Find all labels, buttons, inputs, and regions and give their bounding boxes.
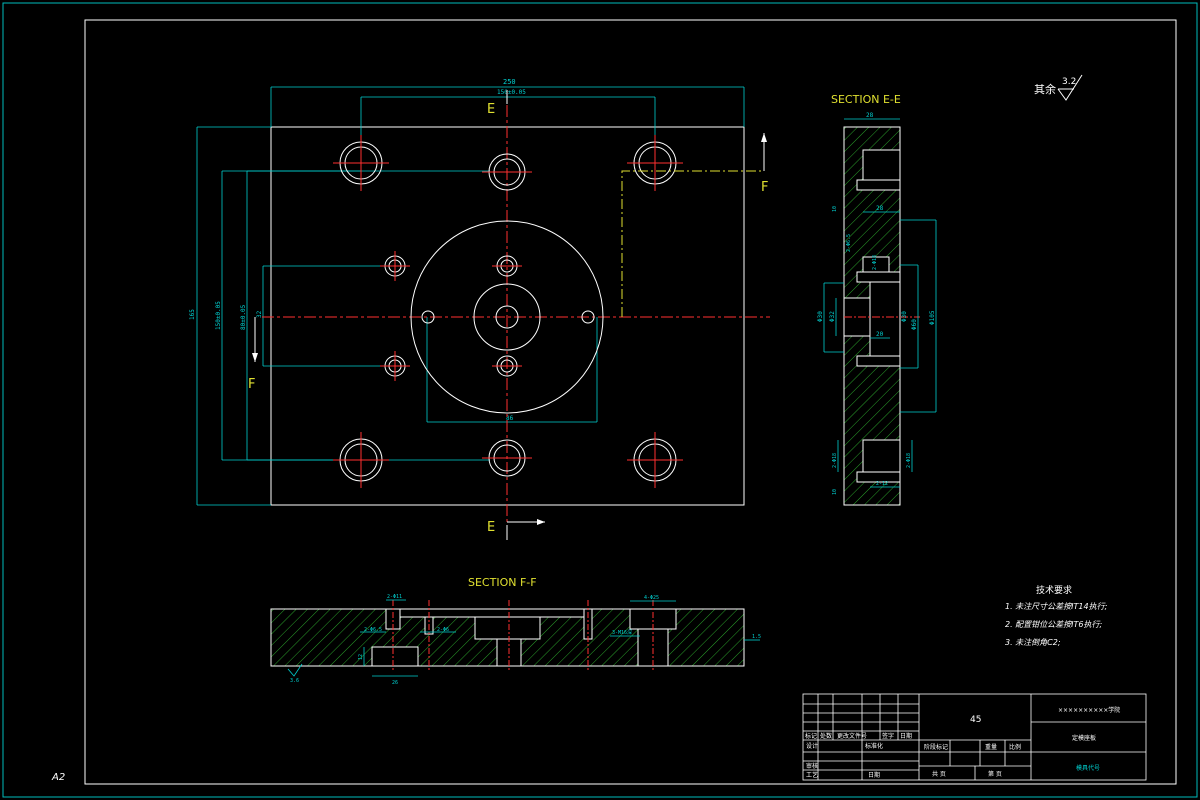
ee-dim-hole-lr: 2-Φ18 <box>832 453 838 468</box>
ff-dim-height: 12 <box>358 654 364 660</box>
dim-left-holes1: 150±0.05 <box>215 301 222 330</box>
ee-dim-depth: 20 <box>876 331 884 338</box>
ee-dim-side-a: 10 <box>832 206 838 212</box>
ff-dim-hole-e: 3-M16深 <box>612 629 632 636</box>
outer-border <box>2 2 1198 798</box>
section-mark-f-left: F <box>248 377 255 392</box>
ff-dim-hole-c: 2-Φ6 <box>437 627 449 633</box>
tb-row-approve: 日期 <box>868 771 880 779</box>
ff-dim-bottom: 26 <box>392 680 398 686</box>
tb-col-mark: 标记 <box>805 732 817 740</box>
section-mark-e-top: E <box>487 102 495 117</box>
dim-left-holes2: 80±0.05 <box>240 304 247 330</box>
roughness-value: 3.2 <box>1062 77 1076 87</box>
tb-col-sign: 签字 <box>882 732 894 740</box>
ee-dim-phi5: Φ60 <box>911 319 918 330</box>
tech-req-item-3: 3. 未注倒角C2; <box>1005 638 1061 647</box>
tb-col-count: 处数 <box>820 732 832 740</box>
ee-dim-phi1: Φ30 <box>817 311 824 322</box>
inner-frame <box>84 19 1177 785</box>
tb-col-zone: 更改文件号 <box>837 732 867 740</box>
ee-dim-mid: 28 <box>876 205 884 212</box>
tech-req-item-1: 1. 未注尺寸公差按IT14执行; <box>1005 602 1108 611</box>
cad-drawing: A2 其余 3.2 250 150±0.05 165 150±0.05 80±0… <box>2 2 1198 798</box>
ee-dim-hole-lr-right: 2-Φ18 <box>906 453 912 468</box>
tb-drawing-no: 模具代号 <box>1076 764 1100 772</box>
roughness-symbol: 其余 3.2 <box>1034 74 1083 101</box>
tb-part-name: 定模座板 <box>1072 734 1096 742</box>
section-line-f <box>621 170 764 317</box>
section-mark-e-bottom: E <box>487 520 495 535</box>
section-mark-f-right: F <box>761 180 768 195</box>
center-lines <box>262 105 770 525</box>
bolt-holes <box>339 141 677 482</box>
tb-row-process: 工艺 <box>806 771 818 779</box>
tech-requirements: 技术要求 1. 未注尺寸公差按IT14执行; 2. 配置钳位公差按IT6执行; … <box>1005 584 1108 647</box>
title-block-text: 45 ××××××××××学院 定模座板 模具代号 标记 处数 更改文件号 签字… <box>805 706 1120 779</box>
tb-school: ××××××××××学院 <box>1058 706 1120 714</box>
tb-row-sheet: 第 页 <box>988 770 1002 778</box>
ee-dim-side-b: 10 <box>832 489 838 495</box>
ee-dim-phi3: Φ30 <box>901 311 908 322</box>
main-dimensions <box>196 86 745 506</box>
ff-dim-hole-a: 2-Φ11 <box>387 594 402 600</box>
ee-dim-top: 28 <box>866 112 874 119</box>
dim-top-holes: 150±0.05 <box>497 89 526 96</box>
section-ee-title: SECTION E-E <box>831 93 901 106</box>
tb-row-weight: 重量 <box>985 743 997 751</box>
roughness-prefix: 其余 <box>1034 82 1056 96</box>
dim-top-overall: 250 <box>503 78 516 86</box>
tb-row-design: 设计 <box>806 742 818 750</box>
tb-col-date: 日期 <box>900 732 912 740</box>
tb-row-scale: 比例 <box>1009 743 1021 751</box>
main-view: 250 150±0.05 165 150±0.05 80±0.05 32 86 <box>189 78 770 540</box>
section-ee-view: SECTION E-E 28 28 Φ105 Φ60 Φ30 Φ32 Φ30 2… <box>817 93 937 506</box>
dim-left-overall: 165 <box>189 309 196 320</box>
ff-dim-rough: 3.6 <box>290 678 299 684</box>
tech-req-title: 技术要求 <box>1036 584 1072 596</box>
tb-row-stage: 阶段标记 <box>924 743 948 751</box>
dim-left-small: 32 <box>256 310 263 318</box>
ee-dim-phi4: Φ105 <box>929 310 936 325</box>
ee-dim-holes-bottom: 2-Φ18 <box>872 255 878 270</box>
tb-material: 45 <box>970 715 981 725</box>
tb-row-review: 审核 <box>806 762 818 770</box>
tb-row-total: 共 页 <box>932 770 946 778</box>
sheet-size-label: A2 <box>51 772 65 783</box>
section-ff-view: SECTION F-F 2-Φ11 2-Φ6.5 2-Φ6 4-Φ25 3-M1… <box>270 576 761 686</box>
section-arrows <box>254 90 765 540</box>
ee-dim-phi2: Φ32 <box>829 311 836 322</box>
tech-req-item-2: 2. 配置钳位公差按IT6执行; <box>1005 620 1103 629</box>
ff-dim-right: 1.5 <box>752 634 761 640</box>
ff-dim-hole-b: 2-Φ6.5 <box>364 627 382 633</box>
section-ff-title: SECTION F-F <box>468 576 537 589</box>
ff-dim-hole-d: 4-Φ25 <box>644 595 659 601</box>
hole-crosses <box>333 135 683 488</box>
ee-dim-holes-top: 2-Φ6.5 <box>846 234 852 252</box>
ee-dim-bot-depth: 2-12 <box>876 481 888 487</box>
tb-row-standard: 标准化 <box>865 742 883 750</box>
